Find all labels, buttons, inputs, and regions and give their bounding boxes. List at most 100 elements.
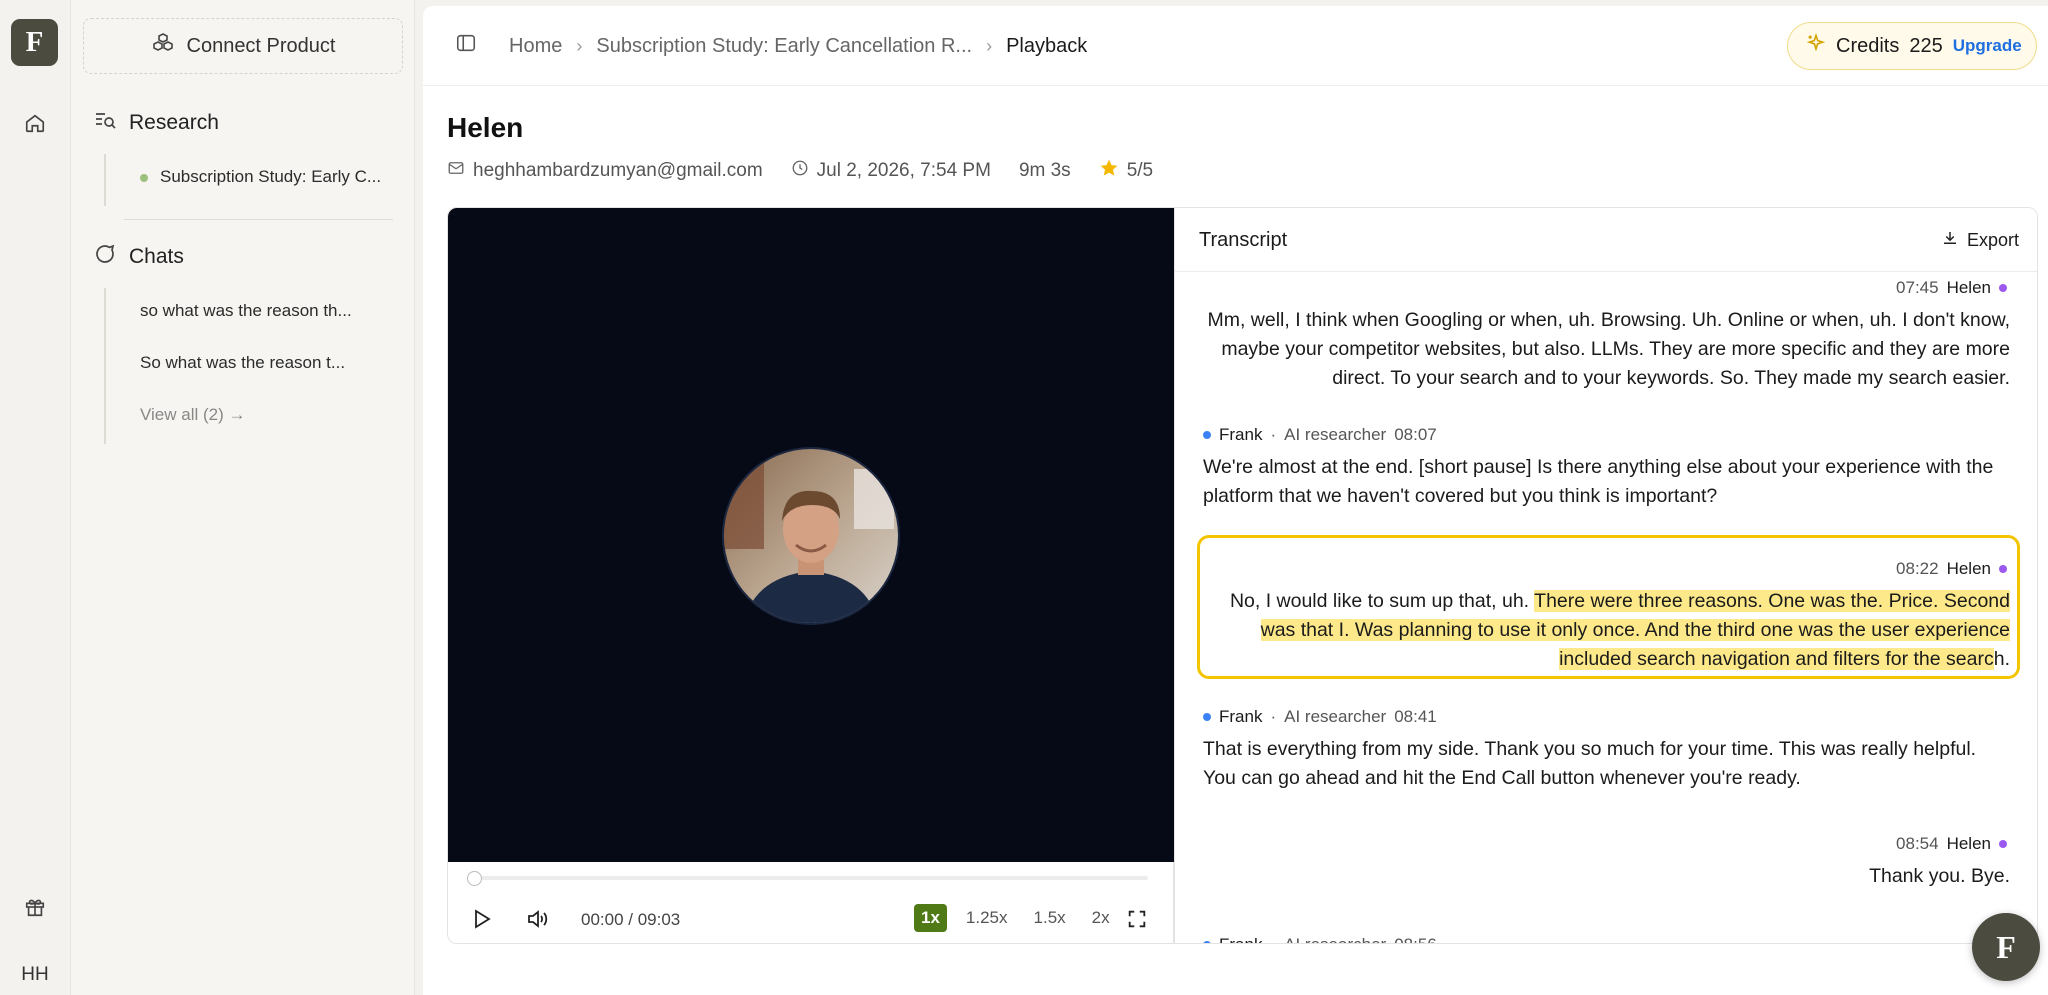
message-time: 08:22 [1896,559,1939,578]
session-rating: 5/5 [1126,160,1154,181]
breadcrumb-home[interactable]: Home [509,35,562,58]
transcript-message: Mm, well, I think when Googling or when,… [1207,309,2010,389]
transcript-header: Transcript Export [1175,208,2037,272]
transcript-message-active: No, I would like to sum up that, uh. The… [1215,587,2010,674]
message-header: Frank · AI researcher 08:41 [1203,707,1437,727]
message-text: No, I would like to sum up that, uh. [1229,590,1535,612]
speaker-dot [1999,565,2007,573]
sidebar-item-label: Subscription Study: Early C... [160,167,382,186]
top-bar: Home › Subscription Study: Early Cancell… [423,6,2048,86]
message-time: 08:07 [1394,425,1437,444]
message-time: 08:56 [1394,935,1437,943]
research-tree-line [104,154,106,206]
speaker-name: Frank [1219,935,1262,943]
chats-tree-line [104,288,106,444]
star-icon [1099,158,1119,184]
speaker-dot [1203,713,1211,721]
gift-icon[interactable] [21,893,49,921]
message-header: Frank · AI researcher 08:56 [1203,935,1437,943]
main-panel: Home › Subscription Study: Early Cancell… [423,6,2048,995]
session-duration: 9m 3s [1018,160,1071,181]
message-time: 07:45 [1896,278,1939,297]
sparkle-icon [1806,32,1826,59]
transcript-title: Transcript [1199,229,1288,251]
upgrade-link[interactable]: Upgrade [1953,36,2022,56]
export-button[interactable]: Export [1941,229,2019,252]
home-icon[interactable] [21,109,49,137]
sidebar-chat-item[interactable]: So what was the reason t... [140,353,345,373]
message-header: 08:54 Helen [1896,834,2007,854]
speaker-name: Helen [1946,559,1991,578]
chats-heading: Chats [129,245,184,268]
mail-icon [447,159,465,183]
transcript-message: We're almost at the end. [short pause] I… [1203,456,1994,507]
session-datetime: Jul 2, 2026, 7:54 PM [816,160,991,181]
breadcrumb-study[interactable]: Subscription Study: Early Cancellation R… [596,35,972,58]
download-icon [1941,229,1959,252]
connect-product-label: Connect Product [186,34,336,57]
message-time: 08:54 [1896,834,1939,853]
playback-card: 00:00 / 09:03 1x 1.25x 1.5x 2x Transcrip… [447,207,2038,944]
speed-option-1x[interactable]: 1x [914,904,947,932]
participant-name: Helen [447,112,524,143]
participant-avatar [724,449,898,623]
speaker-role: AI researcher [1284,935,1386,943]
speaker-name: Helen [1946,834,1991,853]
play-icon[interactable] [466,904,496,934]
participant-email: heghhambardzumyan@gmail.com [473,160,763,181]
clock-icon [791,159,809,183]
message-time: 08:41 [1394,707,1437,726]
speaker-dot [1999,284,2007,292]
divider [124,219,393,220]
speaker-dot [1999,840,2007,848]
volume-icon[interactable] [522,904,552,934]
research-section-header[interactable]: Research [93,108,219,138]
player-controls: 00:00 / 09:03 1x 1.25x 1.5x 2x [448,862,1174,943]
message-text-tail: h. [1993,648,2010,670]
progress-bar[interactable] [474,876,1148,880]
sidebar-toggle-icon[interactable] [455,32,477,60]
cubes-icon [151,31,175,61]
message-header: 07:45 Helen [1896,278,2007,298]
status-dot [140,173,148,182]
sidebar-item-research-study[interactable]: Subscription Study: Early C... [140,167,381,187]
progress-knob[interactable] [467,871,482,886]
assistant-fab-button[interactable]: F [1972,913,2040,981]
speaker-role: AI researcher [1284,425,1387,444]
connect-product-button[interactable]: Connect Product [83,18,403,74]
credits-label: Credits [1836,34,1900,57]
research-heading: Research [129,111,219,134]
speed-option-2x[interactable]: 2x [1085,904,1117,932]
speaker-name: Frank [1219,707,1263,726]
chat-icon [93,242,117,272]
session-meta: heghhambardzumyan@gmail.com Jul 2, 2026,… [447,158,1153,184]
speaker-name: Frank [1219,425,1263,444]
user-initials[interactable]: HH [0,964,70,986]
speed-option-1-5x[interactable]: 1.5x [1027,904,1073,932]
sidebar-chat-item[interactable]: so what was the reason th... [140,301,352,321]
speed-option-1-25x[interactable]: 1.25x [959,904,1015,932]
research-icon [93,108,117,138]
fullscreen-icon[interactable] [1122,904,1152,934]
left-rail: F HH [0,0,70,995]
playback-time: 00:00 / 09:03 [581,910,681,929]
speaker-dot [1203,941,1211,943]
breadcrumb: Home › Subscription Study: Early Cancell… [455,32,1087,60]
speed-selector: 1x 1.25x 1.5x 2x [914,904,1117,932]
breadcrumb-current: Playback [1006,34,1088,57]
app-logo[interactable]: F [11,19,58,66]
transcript-panel: Transcript Export 07:45 Helen Mm, well, … [1174,208,2037,943]
sidebar: Connect Product Research Subscription St… [70,0,415,995]
transcript-message: That is everything from my side. Thank y… [1203,738,1977,789]
video-player[interactable] [448,208,1174,862]
speaker-dot [1203,431,1211,439]
speaker-name: Helen [1946,278,1991,297]
credits-value: 225 [1909,34,1943,57]
chevron-right-icon: › [576,35,583,56]
chats-section-header[interactable]: Chats [93,242,184,272]
export-label: Export [1967,230,2020,250]
view-all-chats-link[interactable]: View all (2) → [140,405,246,425]
speaker-role: AI researcher [1284,707,1387,726]
message-header: Frank · AI researcher 08:07 [1203,425,1437,445]
chevron-right-icon: › [986,35,993,56]
